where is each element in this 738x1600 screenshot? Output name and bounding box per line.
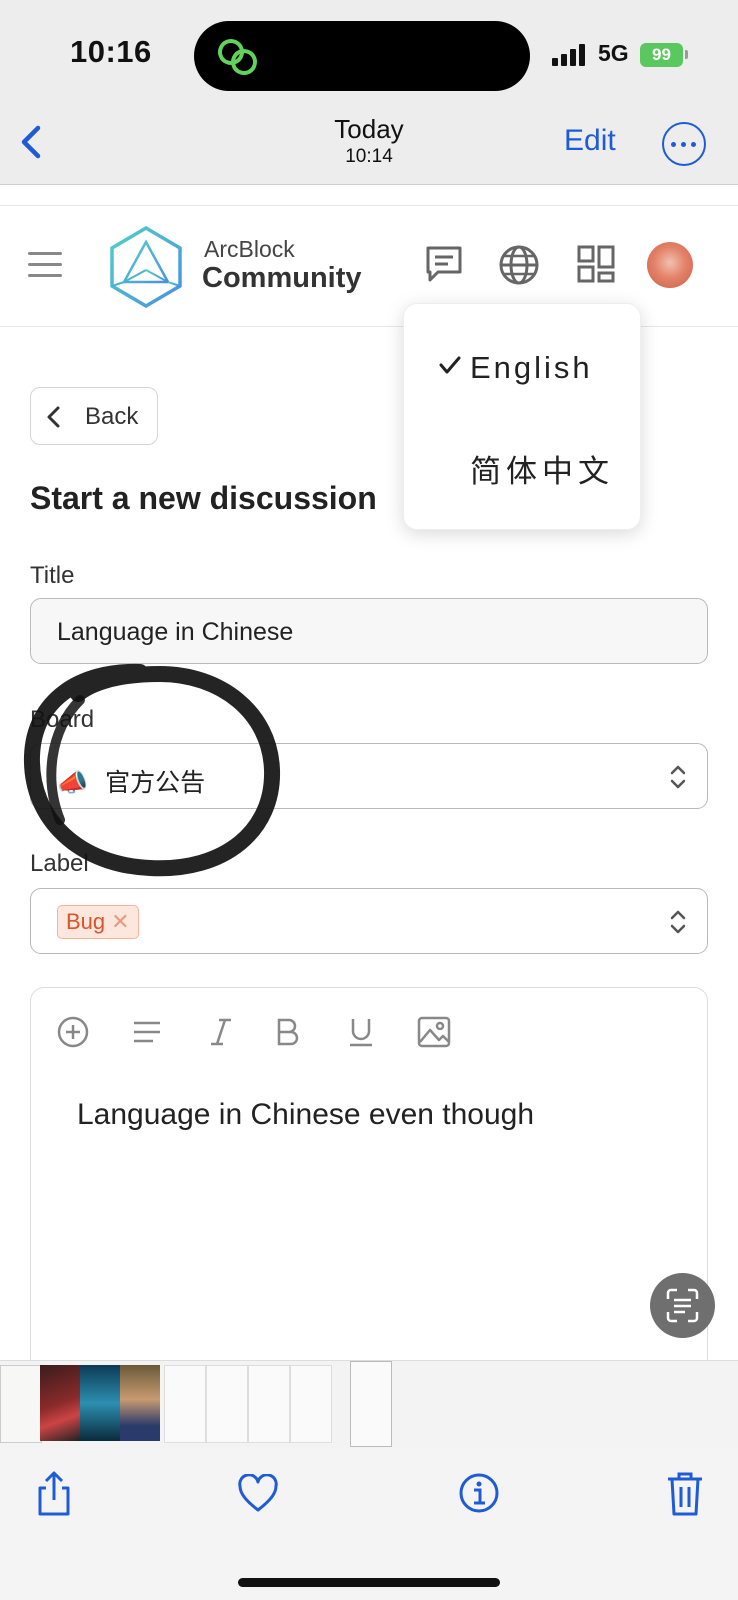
- home-indicator[interactable]: [238, 1578, 500, 1587]
- thumbnail[interactable]: [80, 1365, 120, 1441]
- more-options-icon[interactable]: [662, 122, 706, 166]
- battery-tip: [685, 50, 688, 59]
- remove-chip-icon[interactable]: ✕: [111, 909, 129, 934]
- photo-thumbnail-strip: [0, 1360, 738, 1449]
- live-text-scan-icon: [666, 1288, 699, 1323]
- user-avatar[interactable]: [647, 242, 693, 288]
- network-type: 5G: [598, 40, 629, 66]
- chat-icon[interactable]: [424, 244, 464, 284]
- thumbnail[interactable]: [120, 1365, 160, 1441]
- nav-title: Today: [334, 114, 404, 144]
- hand-drawn-circle-annotation: [23, 663, 281, 877]
- select-updown-icon: [670, 910, 686, 934]
- live-text-button[interactable]: [650, 1273, 715, 1338]
- language-option-chinese[interactable]: 简体中文: [470, 446, 614, 491]
- italic-icon[interactable]: [205, 1016, 237, 1048]
- title-input-value: Language in Chinese: [57, 618, 294, 646]
- page-title: Start a new discussion: [30, 480, 377, 516]
- thumbnail[interactable]: [164, 1365, 206, 1443]
- thumbnail-current[interactable]: [350, 1361, 392, 1447]
- title-label: Title: [30, 562, 75, 589]
- insert-plus-icon[interactable]: [57, 1016, 89, 1048]
- editor-content[interactable]: Language in Chinese even though: [77, 1098, 534, 1132]
- apps-grid-icon[interactable]: [576, 244, 616, 284]
- back-button[interactable]: Back: [30, 387, 158, 445]
- checkmark-icon: [439, 356, 461, 374]
- label-chip-bug[interactable]: Bug ✕: [57, 905, 139, 939]
- back-button-label: Back: [85, 403, 139, 430]
- brand-name-bottom: Community: [202, 262, 362, 294]
- heart-icon[interactable]: [237, 1474, 279, 1514]
- hamburger-menu-icon[interactable]: [28, 252, 62, 285]
- paragraph-icon[interactable]: [131, 1016, 163, 1048]
- label-select[interactable]: Bug ✕: [30, 888, 708, 954]
- photos-nav-bar: Today 10:14 Edit: [0, 100, 738, 185]
- bold-icon[interactable]: [271, 1016, 303, 1048]
- battery-indicator: 99: [640, 43, 683, 67]
- thumbnail[interactable]: [248, 1365, 290, 1443]
- rich-text-editor[interactable]: Language in Chinese even though: [30, 987, 708, 1407]
- label-chip-text: Bug: [66, 909, 106, 934]
- nav-subtitle: 10:14: [345, 146, 393, 167]
- edit-button[interactable]: Edit: [564, 124, 616, 158]
- thumbnail[interactable]: [0, 1365, 42, 1443]
- status-time: 10:16: [70, 34, 152, 69]
- select-updown-icon: [670, 765, 686, 789]
- cellular-signal-icon: [552, 44, 585, 66]
- brand-name-top: ArcBlock: [204, 236, 295, 262]
- info-icon[interactable]: [458, 1472, 500, 1514]
- status-bar: 10:16 5G 99: [0, 0, 738, 100]
- thumbnail[interactable]: [290, 1365, 332, 1443]
- underline-icon[interactable]: [345, 1016, 377, 1048]
- globe-language-icon[interactable]: [498, 244, 540, 286]
- thumbnail[interactable]: [40, 1365, 80, 1441]
- arcblock-logo-icon[interactable]: [108, 224, 184, 310]
- share-icon[interactable]: [34, 1470, 74, 1518]
- chevron-left-icon: [47, 406, 60, 428]
- language-menu: English 简体中文: [403, 303, 641, 530]
- trash-icon[interactable]: [666, 1470, 704, 1518]
- title-input[interactable]: Language in Chinese: [30, 598, 708, 664]
- dynamic-island: [194, 21, 530, 91]
- language-option-english[interactable]: English: [470, 350, 593, 386]
- link-activity-icon: [218, 39, 257, 75]
- image-icon[interactable]: [417, 1016, 451, 1048]
- thumbnail[interactable]: [206, 1365, 248, 1443]
